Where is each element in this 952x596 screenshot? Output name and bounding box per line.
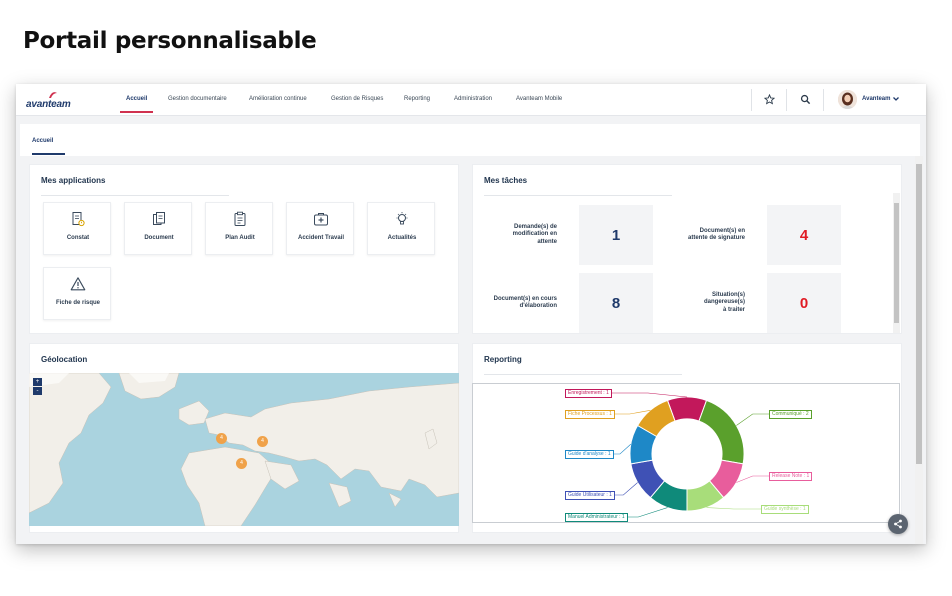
app-card-actualites[interactable]: Actualités bbox=[367, 202, 435, 255]
tab-accueil[interactable]: Accueil bbox=[32, 138, 53, 144]
nav-item-gestion-documentaire[interactable]: Gestion documentaire bbox=[168, 96, 227, 102]
task-label: Document(s) en cours d'élaboration bbox=[483, 273, 579, 333]
chart-label: Guide d'analyse : 1 bbox=[565, 450, 614, 459]
constat-icon bbox=[72, 212, 85, 227]
app-card-fiche-de-risque[interactable]: Fiche de risque bbox=[43, 267, 111, 320]
star-icon[interactable] bbox=[764, 94, 775, 105]
logo-mark-icon bbox=[49, 92, 57, 98]
task-tile-modification[interactable]: Demande(s) de modification en attente 1 bbox=[483, 205, 653, 265]
donut-slice[interactable] bbox=[698, 399, 745, 465]
chart-label: Enregistrement : 1 bbox=[565, 389, 612, 398]
task-count: 0 bbox=[767, 273, 841, 333]
geolocation-title: Géolocation bbox=[41, 355, 88, 364]
nav-item-reporting[interactable]: Reporting bbox=[404, 96, 430, 102]
chart-label: Manuel Administrateur : 1 bbox=[565, 513, 628, 522]
reporting-title: Reporting bbox=[484, 355, 522, 364]
map-zoom-in-button[interactable]: + bbox=[33, 378, 42, 386]
chevron-down-icon[interactable] bbox=[892, 95, 900, 103]
lightbulb-icon bbox=[396, 212, 408, 225]
tasks-scrollbar-thumb[interactable] bbox=[894, 203, 899, 323]
app-card-label: Actualités bbox=[387, 235, 417, 241]
document-icon bbox=[153, 212, 165, 225]
warning-icon bbox=[70, 277, 86, 291]
panel-divider bbox=[484, 195, 672, 196]
task-tile-elaboration[interactable]: Document(s) en cours d'élaboration 8 bbox=[483, 273, 653, 333]
main-scrollbar-thumb[interactable] bbox=[916, 164, 922, 464]
main-scrollbar[interactable] bbox=[915, 156, 923, 544]
app-card-label: Constat bbox=[66, 235, 90, 241]
nav-item-amelioration-continue[interactable]: Amélioration continue bbox=[249, 96, 307, 102]
nav-item-gestion-de-risques[interactable]: Gestion de Risques bbox=[331, 96, 383, 102]
map-marker-cluster[interactable]: 4 bbox=[257, 436, 268, 447]
donut-chart bbox=[609, 392, 769, 518]
app-window: avanteam Accueil Gestion documentaire Am… bbox=[16, 84, 926, 544]
nav-separator bbox=[751, 89, 752, 111]
nav-active-indicator bbox=[120, 111, 153, 113]
reporting-chart: Enregistrement : 1 Communiqué : 2 Release … bbox=[472, 383, 900, 523]
chart-label: Fiche Processus : 1 bbox=[565, 410, 615, 419]
username[interactable]: Avanteam bbox=[862, 96, 890, 102]
applications-title: Mes applications bbox=[41, 176, 106, 185]
panel-divider bbox=[484, 374, 682, 375]
task-label: Demande(s) de modification en attente bbox=[483, 205, 579, 265]
task-count: 4 bbox=[767, 205, 841, 265]
chart-label: Guide synthèse : 1 bbox=[761, 505, 809, 514]
tasks-scrollbar[interactable] bbox=[893, 193, 900, 333]
avatar[interactable] bbox=[838, 90, 857, 109]
tasks-panel: Mes tâches Demande(s) de modification en a… bbox=[472, 164, 902, 334]
avanteam-logo[interactable]: avanteam bbox=[26, 91, 80, 111]
nav-item-avanteam-mobile[interactable]: Avanteam Mobile bbox=[516, 96, 562, 102]
share-icon bbox=[894, 519, 902, 529]
leader-line bbox=[706, 507, 761, 510]
logo-text: avanteam bbox=[26, 99, 71, 110]
tasks-title: Mes tâches bbox=[484, 176, 528, 185]
app-card-accident-travail[interactable]: Accident Travail bbox=[286, 202, 354, 255]
task-label: Situation(s) dangereuse(s) à traiter bbox=[671, 273, 767, 333]
task-label: Document(s) en attente de signature bbox=[671, 205, 767, 265]
applications-panel: Mes applications Constat Document Plan A… bbox=[29, 164, 459, 334]
map-view[interactable]: + - 4 4 4 bbox=[29, 373, 459, 526]
user-avatar-icon bbox=[838, 90, 857, 109]
nav-separator bbox=[823, 89, 824, 111]
panel-divider bbox=[41, 195, 229, 196]
map-marker-cluster[interactable]: 4 bbox=[236, 458, 247, 469]
leader-line bbox=[736, 413, 769, 426]
leader-line bbox=[609, 410, 651, 415]
task-count: 1 bbox=[579, 205, 653, 265]
app-card-label: Document bbox=[144, 235, 174, 241]
page-heading: Portail personnalisable bbox=[23, 28, 317, 54]
clipboard-icon bbox=[234, 211, 246, 226]
task-tile-signature[interactable]: Document(s) en attente de signature 4 bbox=[671, 205, 841, 265]
nav-item-administration[interactable]: Administration bbox=[454, 96, 492, 102]
task-tile-situations-dangereuses[interactable]: Situation(s) dangereuse(s) à traiter 0 bbox=[671, 273, 841, 333]
world-map bbox=[29, 373, 459, 526]
app-card-plan-audit[interactable]: Plan Audit bbox=[205, 202, 273, 255]
app-card-constat[interactable]: Constat bbox=[43, 202, 111, 255]
app-card-label: Accident Travail bbox=[297, 235, 345, 241]
map-marker-cluster[interactable]: 4 bbox=[216, 433, 227, 444]
search-icon[interactable] bbox=[800, 94, 811, 105]
tab-active-indicator bbox=[32, 153, 65, 155]
chart-label: Communiqué : 2 bbox=[769, 410, 812, 419]
chart-label: Release Note : 1 bbox=[769, 472, 813, 481]
app-card-document[interactable]: Document bbox=[124, 202, 192, 255]
app-card-label: Fiche de risque bbox=[55, 300, 100, 306]
top-navbar: avanteam Accueil Gestion documentaire Am… bbox=[16, 84, 926, 116]
task-count: 8 bbox=[579, 273, 653, 333]
nav-item-accueil[interactable]: Accueil bbox=[126, 96, 147, 102]
chart-label: Guide Utilisateur : 1 bbox=[565, 491, 615, 500]
nav-separator bbox=[786, 89, 787, 111]
map-zoom-out-button[interactable]: - bbox=[33, 387, 42, 395]
first-aid-icon bbox=[314, 213, 328, 226]
share-button[interactable] bbox=[888, 514, 908, 534]
leader-line bbox=[736, 475, 769, 483]
app-card-label: Plan Audit bbox=[225, 235, 255, 241]
tab-bar: Accueil bbox=[20, 124, 920, 156]
leader-line bbox=[609, 392, 688, 398]
